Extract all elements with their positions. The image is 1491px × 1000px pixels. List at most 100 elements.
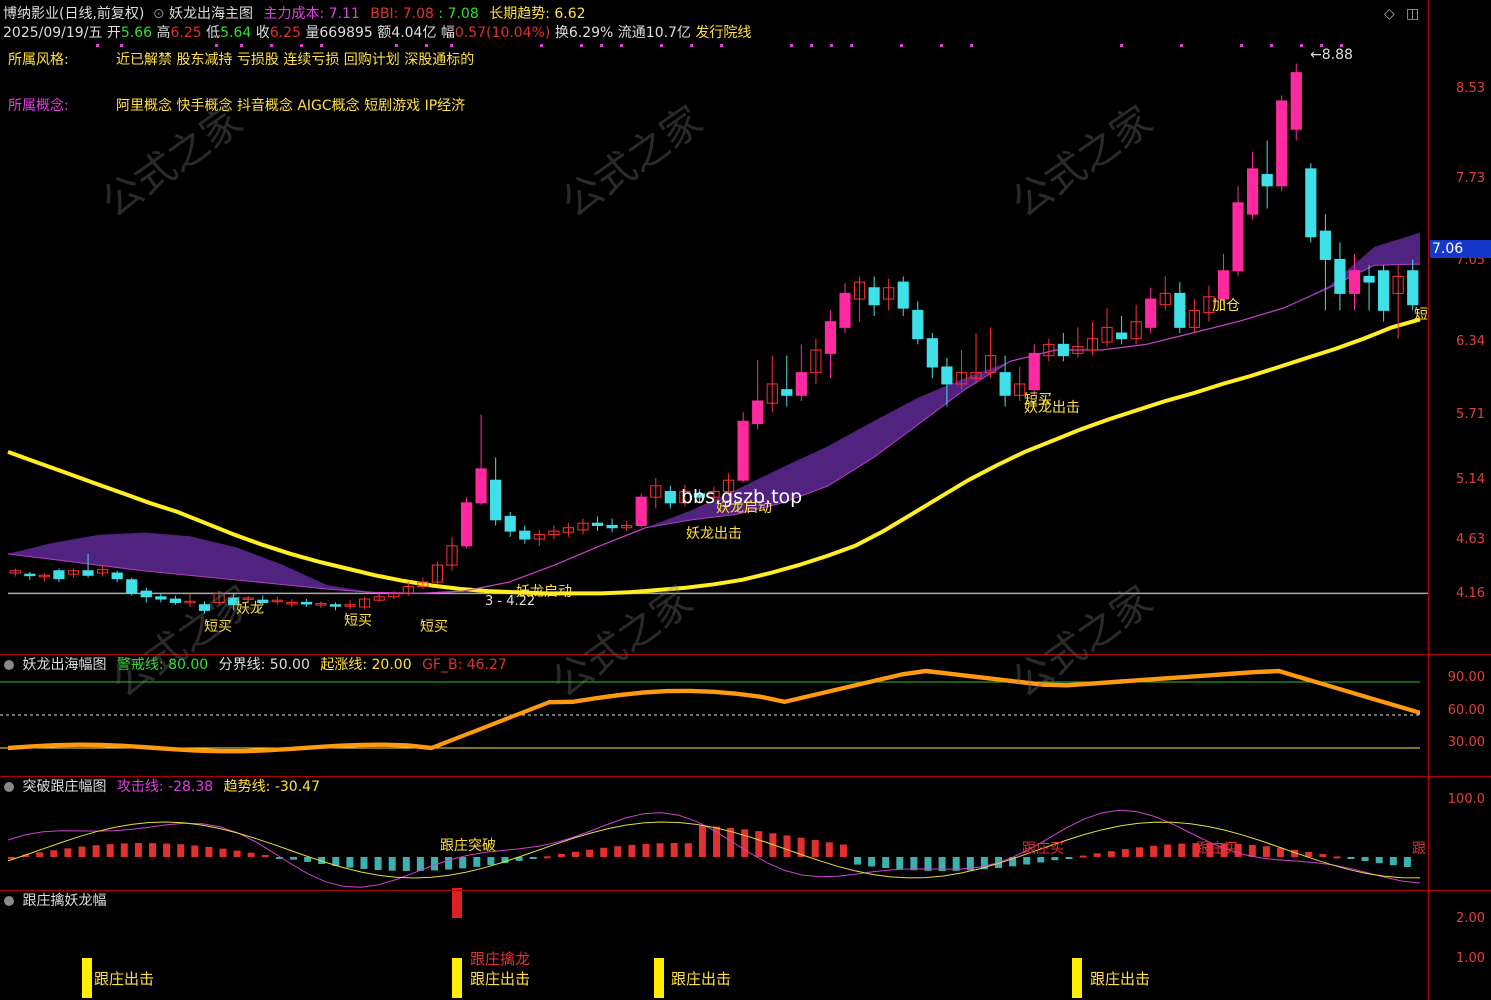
panel-separator: [0, 776, 1491, 777]
candle-body: [839, 292, 851, 328]
histogram-bar: [388, 857, 396, 871]
candle-body: [1319, 230, 1331, 260]
histogram-bar: [120, 843, 128, 857]
histogram-bar: [416, 857, 424, 871]
price-tick: 7.73: [1456, 171, 1485, 186]
float-value: 10.7亿: [645, 25, 691, 41]
candle-body: [1217, 270, 1230, 300]
candle-body: [329, 604, 342, 607]
signal-dot: [790, 44, 793, 47]
histogram-bar: [360, 857, 368, 869]
histogram-bar: [1150, 845, 1158, 857]
signal-dot: [1270, 44, 1273, 47]
indicator-toggle-icon[interactable]: ⊙: [153, 6, 165, 22]
histogram-bar: [402, 857, 410, 871]
open-label: 开: [106, 25, 121, 41]
signal-dot: [900, 44, 903, 47]
signal-dot: [970, 44, 973, 47]
style-label: 所属风格:: [8, 52, 69, 68]
histogram-bar: [600, 847, 608, 857]
signal-dot: [540, 44, 543, 47]
signal-dot: [720, 44, 723, 47]
candle-body: [1305, 168, 1317, 238]
panel2-signal: 跟庄买: [1196, 841, 1238, 857]
histogram-bar: [233, 850, 241, 857]
signal-dot: [660, 44, 663, 47]
low-label: 低: [206, 25, 221, 41]
candle-body: [912, 309, 924, 340]
histogram-bar: [473, 857, 481, 867]
candle-body: [1348, 270, 1361, 294]
candle-body: [941, 366, 953, 385]
candle-body: [737, 420, 749, 481]
indicator-name[interactable]: 妖龙出海主图: [169, 6, 253, 22]
quote-bar: 2025/09/19/五 开5.66 高6.25 低5.64 收6.25 量66…: [3, 25, 751, 41]
histogram-bar: [572, 851, 579, 857]
price-tick: 5.71: [1456, 407, 1485, 422]
histogram-bar: [529, 857, 537, 859]
issue-line-label: 发行院线: [695, 25, 752, 41]
main-cost-label: 主力成本:: [263, 6, 325, 22]
high-value: 6.25: [170, 25, 202, 41]
bbi-label: BBI:: [370, 6, 399, 22]
window-icon[interactable]: ◫: [1406, 6, 1419, 22]
panel-toggle-icon[interactable]: [4, 896, 14, 906]
candle-body: [460, 502, 473, 547]
candle-body: [897, 281, 909, 309]
histogram-bar: [1361, 857, 1369, 862]
low-value: 5.64: [220, 25, 252, 41]
histogram-bar: [92, 845, 100, 857]
panel3-signal: 跟庄出击: [94, 970, 155, 988]
histogram-bar: [1093, 853, 1101, 857]
candle-body: [1057, 343, 1069, 357]
histogram-bar: [642, 843, 650, 857]
candle-body: [1145, 298, 1157, 328]
candle-body: [1232, 202, 1244, 272]
panel-toggle-icon[interactable]: [4, 782, 14, 792]
signal-label: 妖龙出击: [686, 526, 742, 542]
signal-dot: [300, 44, 303, 47]
candle-body: [155, 596, 167, 600]
histogram-bar: [670, 843, 678, 857]
histogram-bar: [614, 846, 622, 857]
diamond-icon[interactable]: ◇: [1384, 6, 1395, 22]
style-text: 近已解禁 股东减持 亏损股 连续亏损 回购计划 深股通标的: [116, 52, 475, 68]
float-label: 流通: [617, 25, 646, 41]
histogram-bar: [149, 843, 156, 857]
candle-body: [300, 601, 313, 605]
candle-body: [1276, 100, 1288, 187]
bbi-value: 7.08: [402, 6, 434, 22]
concept-text: 阿里概念 快手概念 抖音概念 AIGC概念 短剧游戏 IP经济: [116, 98, 466, 114]
histogram-bar: [1037, 857, 1045, 863]
candle-body: [1363, 275, 1375, 283]
histogram-bar: [755, 831, 763, 857]
long-trend-label: 长期趋势:: [489, 6, 550, 22]
panel3-name[interactable]: 跟庄擒妖龙幅: [22, 893, 106, 909]
histogram-bar: [586, 849, 594, 857]
signal-dot: [1240, 44, 1243, 47]
histogram-bar: [1136, 847, 1143, 857]
candle-body: [53, 570, 65, 580]
candle-body: [795, 372, 807, 396]
candle-body: [24, 573, 36, 577]
panel3-signal: 跟庄出击: [1090, 970, 1151, 988]
price-axis-line: [1428, 0, 1429, 1000]
attack-value: -28.38: [168, 779, 214, 795]
histogram-bar: [1079, 855, 1087, 858]
signal-bar: [654, 958, 664, 998]
histogram-bar: [1319, 854, 1327, 857]
volume-value: 669895: [319, 25, 373, 41]
panel-separator: [0, 890, 1491, 891]
signal-dot: [425, 44, 428, 47]
panel1-name[interactable]: 妖龙出海幅图: [22, 657, 106, 673]
histogram-bar: [896, 857, 904, 870]
gf-label: GF_B:: [422, 657, 463, 673]
panel2-name[interactable]: 突破跟庄幅图: [22, 779, 106, 795]
amount-value: 4.04亿: [391, 25, 437, 41]
candle-body: [606, 524, 618, 529]
histogram-bar: [854, 857, 861, 865]
panel-toggle-icon[interactable]: [4, 660, 14, 670]
candle-body: [140, 590, 152, 598]
histogram-bar: [1051, 857, 1059, 861]
histogram-bar: [78, 846, 86, 857]
